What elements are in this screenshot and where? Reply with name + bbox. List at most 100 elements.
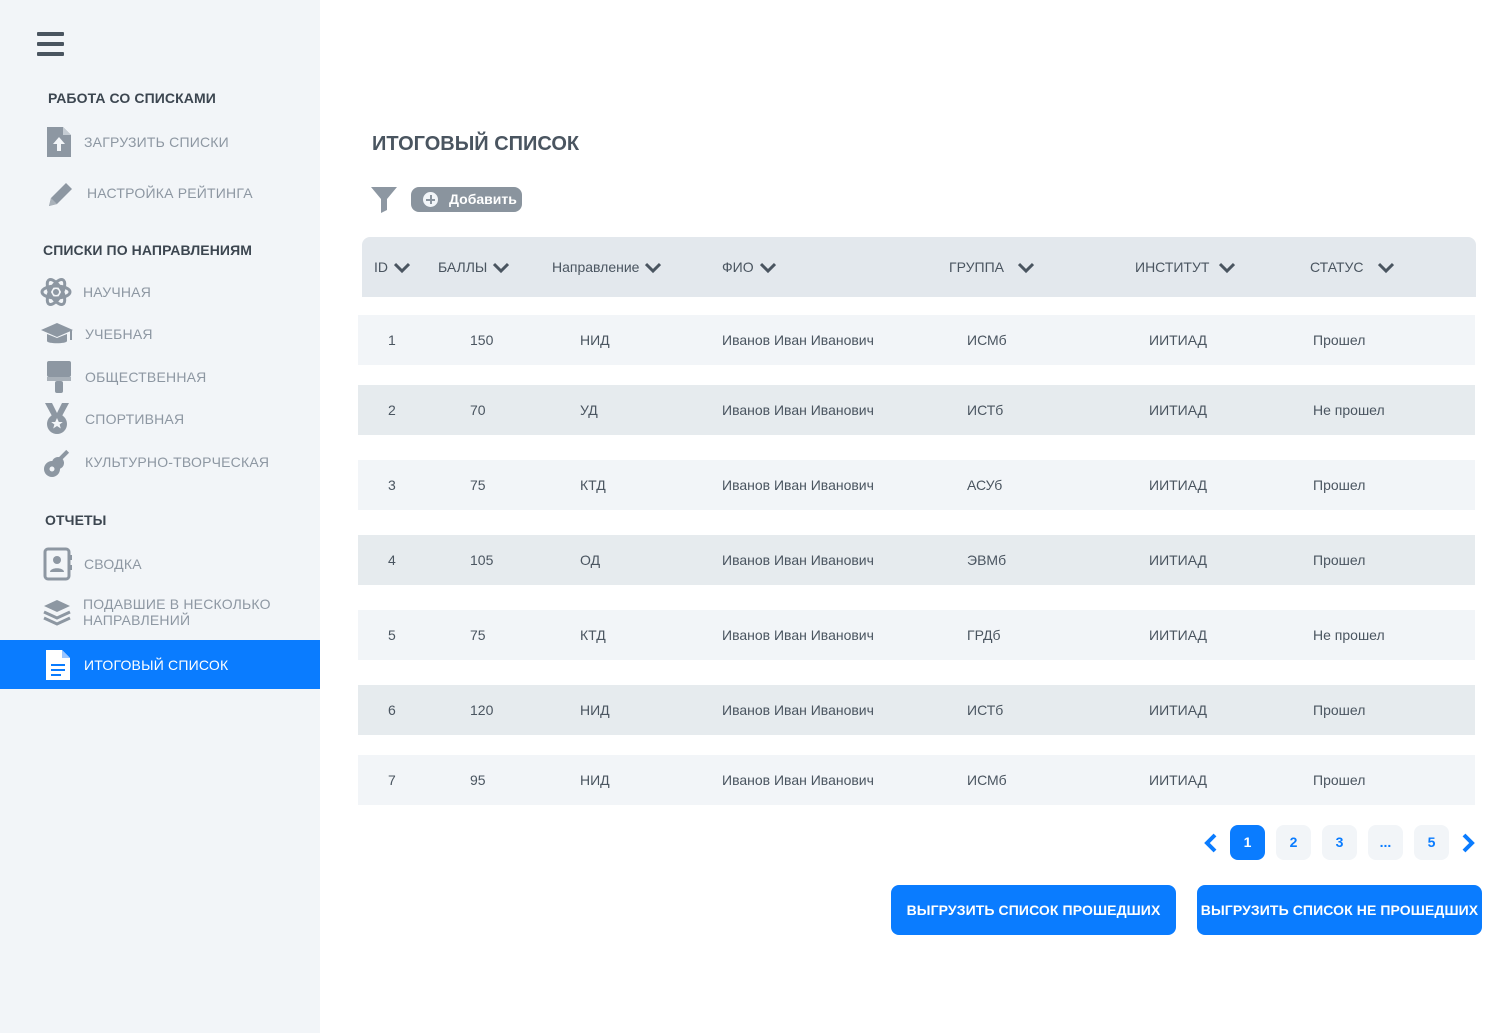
add-button[interactable]: Добавить <box>411 187 522 212</box>
page-button-2[interactable]: 2 <box>1276 825 1311 860</box>
chevron-down-icon <box>1017 263 1034 274</box>
cell-institute: ИИТИАД <box>1149 402 1208 418</box>
file-upload-icon <box>44 125 76 159</box>
sidebar-item-label: НАУЧНАЯ <box>83 284 152 300</box>
cell-name: Иванов Иван Иванович <box>722 552 874 568</box>
cell-group: ИСМб <box>967 772 1007 788</box>
cell-institute: ИИТИАД <box>1149 552 1208 568</box>
chevron-down-icon <box>1219 263 1236 274</box>
cell-group: АСУб <box>967 477 1003 493</box>
cell-institute: ИИТИАД <box>1149 627 1208 643</box>
cell-direction: КТД <box>580 477 606 493</box>
paint-brush-icon <box>43 360 75 394</box>
cell-institute: ИИТИАД <box>1149 702 1208 718</box>
cell-institute: ИИТИАД <box>1149 477 1208 493</box>
sidebar-item-multiple-directions[interactable]: ПОДАВШИЕ В НЕСКОЛЬКО НАПРАВЛЕНИЙ <box>0 592 320 632</box>
sidebar-item-label: СПОРТИВНАЯ <box>85 411 185 427</box>
main-content: ИТОГОВЫЙ СПИСОК Добавить ID БАЛЛЫ Направ… <box>320 0 1512 1033</box>
guitar-icon <box>42 445 74 479</box>
cell-id: 6 <box>388 702 396 718</box>
cell-direction: УД <box>580 402 598 418</box>
sidebar-item-educational[interactable]: УЧЕБНАЯ <box>0 314 320 354</box>
column-header-score[interactable]: БАЛЛЫ <box>438 259 510 275</box>
column-header-group[interactable]: ГРУППА <box>949 259 1034 275</box>
graduation-cap-icon <box>40 317 73 351</box>
page-button-5[interactable]: 5 <box>1414 825 1449 860</box>
plus-circle-icon <box>423 192 438 207</box>
cell-direction: КТД <box>580 627 606 643</box>
section-title-directions: СПИСКИ ПО НАПРАВЛЕНИЯМ <box>43 242 253 258</box>
sidebar-item-label: ИТОГОВЫЙ СПИСОК <box>84 656 229 673</box>
cell-name: Иванов Иван Иванович <box>722 332 874 348</box>
add-button-label: Добавить <box>449 191 517 207</box>
sidebar-item-label: ПОДАВШИЕ В НЕСКОЛЬКО НАПРАВЛЕНИЙ <box>83 596 271 628</box>
table-row[interactable]: 7 95 НИД Иванов Иван Иванович ИСМб ИИТИАД Прош… <box>358 755 1475 805</box>
sidebar-item-label: СВОДКА <box>84 556 142 572</box>
sidebar-item-upload-lists[interactable]: ЗАГРУЗИТЬ СПИСКИ <box>0 122 320 162</box>
cell-group: ГРДб <box>967 627 1001 643</box>
chevron-down-icon <box>394 263 410 274</box>
cell-direction: НИД <box>580 332 610 348</box>
section-title-reports: ОТЧЕТЫ <box>45 512 107 528</box>
table-row[interactable]: 3 75 КТД Иванов Иван Иванович АСУб ИИТИАД Прош… <box>358 460 1475 510</box>
filter-icon[interactable] <box>370 185 398 213</box>
export-failed-button[interactable]: ВЫГРУЗИТЬ СПИСОК НЕ ПРОШЕДШИХ <box>1197 885 1482 935</box>
sidebar-item-social[interactable]: ОБЩЕСТВЕННАЯ <box>0 357 320 397</box>
column-header-name[interactable]: ФИО <box>722 259 776 275</box>
cell-institute: ИИТИАД <box>1149 332 1208 348</box>
page-ellipsis[interactable]: ... <box>1368 825 1403 860</box>
medal-icon <box>41 402 73 436</box>
pagination: 1 2 3 ... 5 <box>320 825 1512 860</box>
cell-status: Не прошел <box>1313 627 1385 643</box>
cell-group: ИСТб <box>967 702 1004 718</box>
page-button-1[interactable]: 1 <box>1230 825 1265 860</box>
cell-id: 4 <box>388 552 396 568</box>
atom-icon <box>40 275 72 309</box>
table-row[interactable]: 4 105 ОД Иванов Иван Иванович ЭВМб ИИТИАД Прош… <box>358 535 1475 585</box>
column-header-direction[interactable]: Направление <box>552 259 662 275</box>
cell-name: Иванов Иван Иванович <box>722 627 874 643</box>
cell-id: 1 <box>388 332 396 348</box>
sidebar-item-final-list[interactable]: ИТОГОВЫЙ СПИСОК <box>0 640 320 689</box>
page-button-3[interactable]: 3 <box>1322 825 1357 860</box>
sidebar-item-cultural[interactable]: КУЛЬТУРНО-ТВОРЧЕСКАЯ <box>0 442 320 482</box>
table-row[interactable]: 5 75 КТД Иванов Иван Иванович ГРДб ИИТИАД Не п… <box>358 610 1475 660</box>
chevron-down-icon <box>759 263 776 274</box>
cell-score: 150 <box>470 332 494 348</box>
column-header-status[interactable]: СТАТУС <box>1310 259 1394 275</box>
column-header-id[interactable]: ID <box>374 259 410 275</box>
chevron-right-icon[interactable] <box>1460 833 1476 853</box>
cell-direction: НИД <box>580 772 610 788</box>
cell-status: Прошел <box>1313 772 1366 788</box>
sidebar-item-label: НАСТРОЙКА РЕЙТИНГА <box>87 185 253 201</box>
export-passed-button[interactable]: ВЫГРУЗИТЬ СПИСОК ПРОШЕДШИХ <box>891 885 1176 935</box>
menu-icon[interactable] <box>37 32 65 58</box>
contact-card-icon <box>43 547 75 581</box>
cell-score: 95 <box>470 772 486 788</box>
cell-status: Не прошел <box>1313 402 1385 418</box>
cell-status: Прошел <box>1313 332 1366 348</box>
cell-status: Прошел <box>1313 552 1366 568</box>
sidebar-item-label: ЗАГРУЗИТЬ СПИСКИ <box>84 134 229 150</box>
table-row[interactable]: 2 70 УД Иванов Иван Иванович ИСТб ИИТИАД Не пр… <box>358 385 1475 435</box>
table-header: ID БАЛЛЫ Направление ФИО ГРУППА ИНСТИТУТ… <box>362 237 1476 297</box>
sidebar-item-sport[interactable]: СПОРТИВНАЯ <box>0 399 320 439</box>
cell-group: ИСМб <box>967 332 1007 348</box>
sidebar-item-summary[interactable]: СВОДКА <box>0 544 320 584</box>
cell-status: Прошел <box>1313 477 1366 493</box>
cell-score: 120 <box>470 702 494 718</box>
table-row[interactable]: 6 120 НИД Иванов Иван Иванович ИСТб ИИТИАД Про… <box>358 685 1475 735</box>
section-title-lists: РАБОТА СО СПИСКАМИ <box>48 90 216 106</box>
chevron-left-icon[interactable] <box>1203 833 1219 853</box>
sidebar-item-label: КУЛЬТУРНО-ТВОРЧЕСКАЯ <box>85 454 270 470</box>
cell-direction: НИД <box>580 702 610 718</box>
sidebar-item-label: ОБЩЕСТВЕННАЯ <box>85 369 207 385</box>
table-row[interactable]: 1 150 НИД Иванов Иван Иванович ИСМб ИИТИАД Про… <box>358 315 1475 365</box>
cell-score: 75 <box>470 627 486 643</box>
cell-id: 2 <box>388 402 396 418</box>
cell-id: 3 <box>388 477 396 493</box>
sidebar-item-rating-settings[interactable]: НАСТРОЙКА РЕЙТИНГА <box>0 173 320 213</box>
column-header-institute[interactable]: ИНСТИТУТ <box>1135 259 1236 275</box>
sidebar-item-scientific[interactable]: НАУЧНАЯ <box>0 272 320 312</box>
sidebar: РАБОТА СО СПИСКАМИ ЗАГРУЗИТЬ СПИСКИ НАСТ… <box>0 0 320 1033</box>
